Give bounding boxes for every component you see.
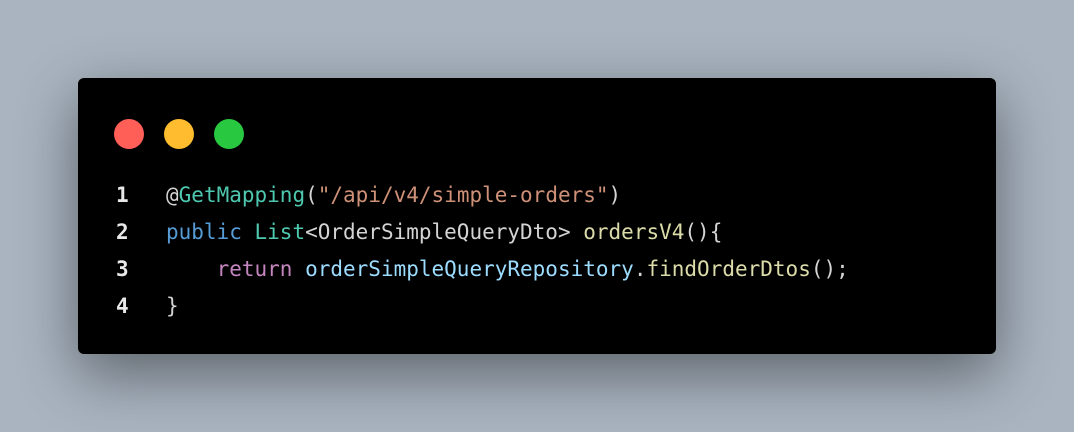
code-token: ): [608, 183, 622, 207]
code-line: 3 return orderSimpleQueryRepository.find…: [116, 251, 849, 288]
code-block: 1 @GetMapping("/api/v4/simple-orders") 2 pu…: [116, 177, 849, 325]
code-token: GetMapping: [178, 183, 306, 207]
code-token: <OrderSimpleQueryDto>: [305, 220, 584, 244]
code-token: ordersV4: [583, 220, 685, 244]
code-token: (: [305, 183, 318, 207]
window-controls: [114, 119, 244, 149]
code-token: "/api/v4/simple-orders": [317, 183, 609, 207]
code-token: orderSimpleQueryRepository: [305, 257, 634, 281]
code-token: @: [166, 183, 179, 207]
line-source: @GetMapping("/api/v4/simple-orders"): [166, 177, 621, 214]
code-line: 4}: [116, 288, 849, 325]
minimize-button[interactable]: [164, 119, 194, 149]
line-source: public List<OrderSimpleQueryDto> ordersV…: [166, 214, 722, 251]
code-token: (){: [684, 220, 723, 244]
zoom-button[interactable]: [214, 119, 244, 149]
line-number: 2: [116, 220, 129, 244]
code-token: .: [633, 257, 647, 281]
code-token: return: [216, 257, 293, 281]
code-token: List: [254, 220, 306, 244]
code-token: public: [166, 220, 242, 244]
line-number: 4: [116, 294, 129, 318]
code-line: 1 @GetMapping("/api/v4/simple-orders"): [116, 177, 849, 214]
code-token: ();: [810, 257, 849, 281]
code-line: 2 public List<OrderSimpleQueryDto> orders…: [116, 214, 849, 251]
close-button[interactable]: [114, 119, 144, 149]
code-token: }: [166, 294, 179, 318]
code-token: findOrderDtos: [646, 257, 811, 281]
line-number: 3: [116, 257, 129, 281]
line-source: return orderSimpleQueryRepository.findOr…: [166, 251, 849, 288]
screenshot-background: { "window_controls": [ {"name": "close",…: [0, 0, 1074, 432]
code-window: 1 @GetMapping("/api/v4/simple-orders") 2 pu…: [78, 78, 996, 354]
line-number: 1: [116, 183, 129, 207]
line-source: }: [166, 288, 179, 325]
